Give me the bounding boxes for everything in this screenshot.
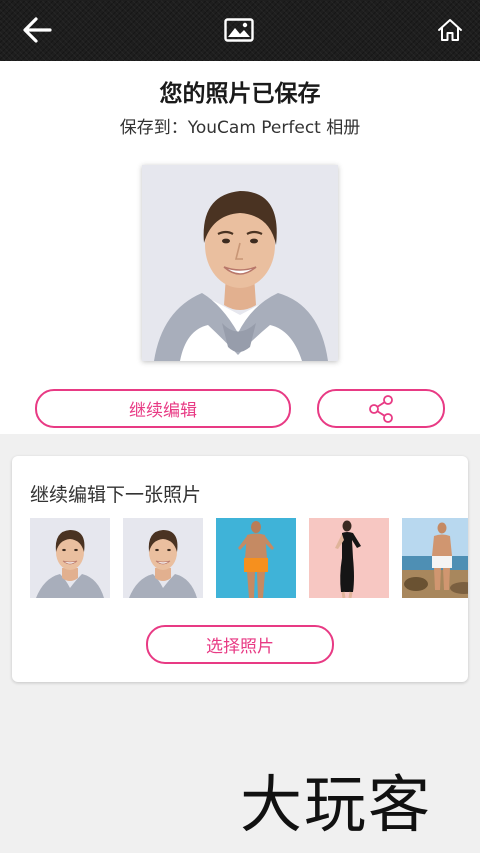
home-button[interactable] [430,10,470,50]
man-beach-image [402,518,468,598]
watermark-text: 大玩客 [240,768,433,841]
share-button[interactable] [317,389,445,428]
portrait-thumbnail-image [30,518,110,598]
back-button[interactable] [17,10,57,50]
portrait-image [142,165,338,361]
photo-thumbnail[interactable] [123,518,203,598]
next-photo-title: 继续编辑下一张照片 [30,484,202,506]
saved-panel: 您的照片已保存 保存到：YouCam Perfect 相册 继续编辑 [0,61,480,434]
saved-title: 您的照片已保存 [159,81,321,107]
woman-black-dress-image [309,518,389,598]
home-icon [438,19,462,41]
continue-edit-button[interactable]: 继续编辑 [35,389,291,428]
saved-location: 保存到：YouCam Perfect 相册 [119,118,361,138]
photo-thumbnail[interactable] [402,518,468,598]
share-icon [369,394,393,423]
arrow-left-icon [23,17,52,43]
man-orange-shorts-image [216,518,296,598]
gallery-button[interactable] [219,10,259,50]
saved-photo [142,165,338,361]
photo-thumbnail[interactable] [216,518,296,598]
photo-thumbnail[interactable] [309,518,389,598]
image-icon [224,18,254,42]
photo-thumbnail[interactable] [30,518,110,598]
next-photo-card: 继续编辑下一张照片 选择照片 [12,456,468,682]
top-toolbar [0,0,480,61]
portrait-thumbnail-image [123,518,203,598]
select-photo-button[interactable]: 选择照片 [146,625,334,664]
